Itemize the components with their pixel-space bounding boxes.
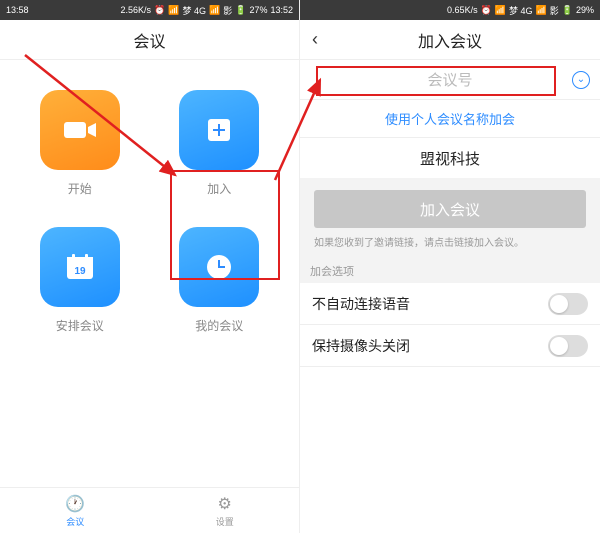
status-extra: 影 <box>223 4 232 17</box>
meeting-id-input[interactable]: 会议号 ⌄ <box>300 60 600 100</box>
display-name: 盟视科技 <box>420 148 480 169</box>
plus-icon <box>179 90 259 170</box>
status-speed: 2.56K/s <box>121 5 152 15</box>
input-placeholder: 会议号 <box>427 69 472 90</box>
status-bar: 13:58 2.56K/s ⏰ 📶 梦 4G 📶 影 🔋 27% 13:52 <box>0 0 299 20</box>
gear-icon: ⚙ <box>218 494 232 514</box>
my-meetings-tile[interactable]: 我的会议 <box>160 227 280 334</box>
battery-icon: 🔋 <box>562 5 573 16</box>
tile-label: 安排会议 <box>56 317 104 334</box>
join-section: 加入会议 如果您收到了邀请链接，请点击链接加入会议。 <box>300 178 600 257</box>
nav-bar: 会议 <box>0 20 299 60</box>
tile-label: 加入 <box>207 180 231 197</box>
status-net: 梦 4G <box>182 4 206 17</box>
toggle-label: 保持摄像头关闭 <box>312 336 410 356</box>
signal-icon: 📶 <box>168 5 179 16</box>
page-title: 加入会议 <box>418 28 482 52</box>
status-speed: 0.65K/s <box>447 5 478 15</box>
signal-icon-2: 📶 <box>209 5 220 16</box>
tab-label: 设置 <box>216 515 234 528</box>
video-toggle[interactable] <box>548 335 588 357</box>
tab-settings[interactable]: ⚙ 设置 <box>216 494 234 528</box>
button-label: 加入会议 <box>420 199 480 220</box>
signal-icon: 📶 <box>495 5 506 16</box>
status-time: 13:58 <box>6 5 29 15</box>
page-title: 会议 <box>133 28 165 52</box>
invite-hint: 如果您收到了邀请链接，请点击链接加入会议。 <box>314 234 586 249</box>
calendar-icon: 19 <box>40 227 120 307</box>
display-name-row[interactable]: 盟视科技 <box>300 138 600 178</box>
use-personal-name-link[interactable]: 使用个人会议名称加会 <box>300 100 600 138</box>
status-battery: 29% <box>576 5 594 15</box>
tab-label: 会议 <box>66 515 84 528</box>
alarm-icon: ⏰ <box>481 5 492 16</box>
video-camera-icon <box>40 90 120 170</box>
toggle-label: 不自动连接语音 <box>312 294 410 314</box>
video-toggle-row: 保持摄像头关闭 <box>300 325 600 367</box>
back-button[interactable]: ‹ <box>312 29 318 50</box>
signal-icon-2: 📶 <box>536 5 547 16</box>
phone-meetings-home: 13:58 2.56K/s ⏰ 📶 梦 4G 📶 影 🔋 27% 13:52 会… <box>0 0 300 533</box>
join-meeting-tile[interactable]: 加入 <box>160 90 280 197</box>
options-label: 加会选项 <box>300 257 600 283</box>
status-time-2: 13:52 <box>270 5 293 15</box>
tab-meetings[interactable]: 🕐 会议 <box>65 494 85 528</box>
alarm-icon: ⏰ <box>154 5 165 16</box>
link-text: 使用个人会议名称加会 <box>385 109 515 128</box>
join-meeting-button[interactable]: 加入会议 <box>314 190 586 228</box>
chevron-down-icon[interactable]: ⌄ <box>572 71 590 89</box>
phone-join-meeting: 0.65K/s ⏰ 📶 梦 4G 📶 影 🔋 29% ‹ 加入会议 会议号 ⌄ … <box>300 0 600 533</box>
status-bar: 0.65K/s ⏰ 📶 梦 4G 📶 影 🔋 29% <box>300 0 600 20</box>
tile-label: 我的会议 <box>195 317 243 334</box>
audio-toggle-row: 不自动连接语音 <box>300 283 600 325</box>
schedule-meeting-tile[interactable]: 19 安排会议 <box>20 227 140 334</box>
nav-bar: ‹ 加入会议 <box>300 20 600 60</box>
status-battery: 27% <box>249 5 267 15</box>
clock-icon <box>179 227 259 307</box>
tile-label: 开始 <box>68 180 92 197</box>
audio-toggle[interactable] <box>548 293 588 315</box>
clock-icon: 🕐 <box>65 494 85 514</box>
start-meeting-tile[interactable]: 开始 <box>20 90 140 197</box>
battery-icon: 🔋 <box>235 5 246 16</box>
tab-bar: 🕐 会议 ⚙ 设置 <box>0 487 299 533</box>
status-net: 梦 4G <box>509 4 533 17</box>
status-extra: 影 <box>550 4 559 17</box>
svg-text:19: 19 <box>74 266 86 277</box>
